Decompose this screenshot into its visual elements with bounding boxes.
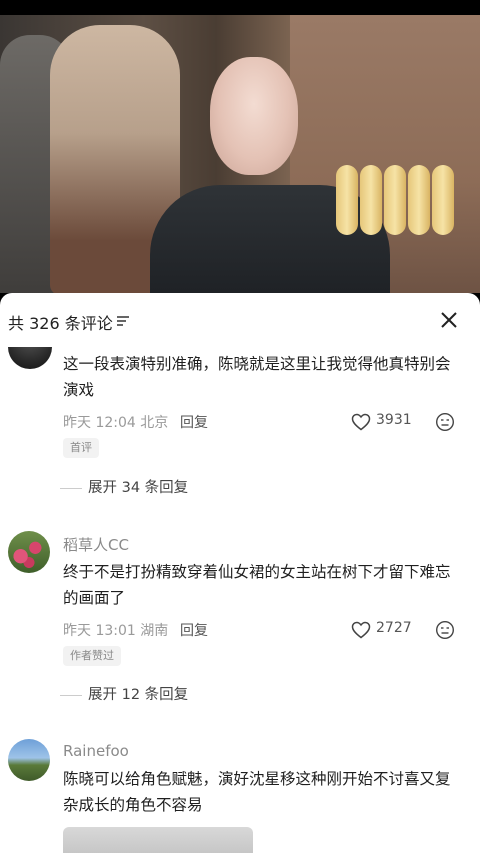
- comment-count: 共 326 条评论: [8, 314, 113, 333]
- divider: [60, 487, 82, 489]
- username[interactable]: 稻草人CC: [63, 534, 129, 555]
- avatar[interactable]: [8, 739, 50, 781]
- video-figure-main-head: [210, 57, 298, 175]
- sort-icon[interactable]: [116, 314, 130, 328]
- dislike-face-icon[interactable]: [435, 412, 455, 432]
- reply-button[interactable]: 回复: [180, 620, 208, 640]
- comment-text: 终于不是打扮精致穿着仙女裙的女主站在树下才留下难忘的画面了: [63, 563, 451, 607]
- heart-icon: [351, 621, 371, 639]
- video-player[interactable]: [0, 15, 480, 293]
- comment-sheet: 共 326 条评论 这一段表演特别准确，陈晓就是这里让我觉得他真特别会演戏 昨天…: [0, 293, 480, 853]
- comment-image[interactable]: [63, 827, 253, 853]
- video-corn: [360, 165, 382, 235]
- like-count: 3931: [376, 412, 412, 428]
- comment-time: 昨天 13:01 湖南: [63, 623, 169, 639]
- close-icon[interactable]: [439, 310, 459, 330]
- reply-button[interactable]: 回复: [180, 412, 208, 432]
- comment-time: 昨天 12:04 北京: [63, 415, 169, 431]
- author-liked-badge: 作者赞过: [63, 646, 121, 666]
- comment-sheet-header: 共 326 条评论: [0, 293, 480, 349]
- expand-replies-button[interactable]: 展开 34 条回复: [60, 476, 188, 497]
- video-corn: [384, 165, 406, 235]
- comment-text: 陈晓可以给角色赋魅，演好沈星移这种刚开始不讨喜又复杂成长的角色不容易: [63, 770, 451, 814]
- video-corn: [408, 165, 430, 235]
- expand-replies-button[interactable]: 展开 12 条回复: [60, 683, 188, 704]
- heart-icon: [351, 413, 371, 431]
- expand-replies-label: 展开 34 条回复: [88, 480, 189, 496]
- comment-text: 这一段表演特别准确，陈晓就是这里让我觉得他真特别会演戏: [63, 355, 451, 399]
- video-corn: [336, 165, 358, 235]
- video-corn: [432, 165, 454, 235]
- like-count: 2727: [376, 620, 412, 636]
- expand-replies-label: 展开 12 条回复: [88, 687, 189, 703]
- divider: [60, 694, 82, 696]
- username[interactable]: Rainefoo: [63, 742, 129, 760]
- first-comment-badge: 首评: [63, 438, 99, 458]
- dislike-face-icon[interactable]: [435, 620, 455, 640]
- avatar[interactable]: [8, 531, 50, 573]
